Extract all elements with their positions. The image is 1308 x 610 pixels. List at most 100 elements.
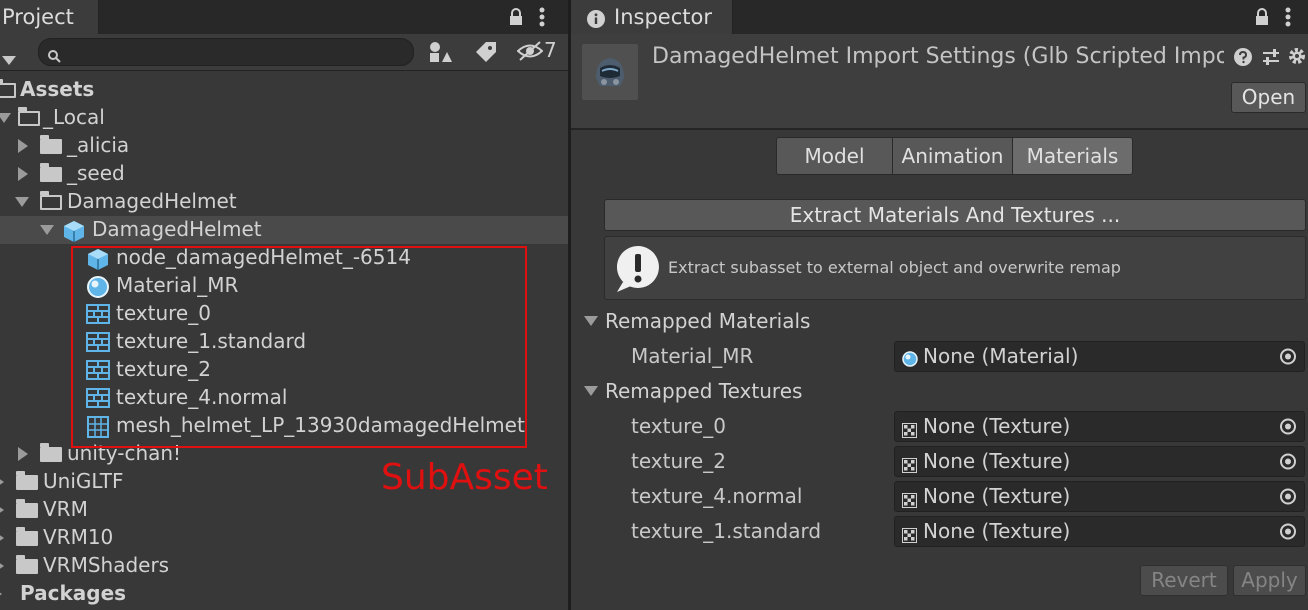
expand-arrow-icon[interactable]: [0, 113, 11, 123]
material-icon: [902, 348, 918, 372]
info-icon: [587, 9, 605, 33]
tree-item-label: DamagedHelmet: [67, 189, 237, 213]
foldout-arrow-icon[interactable]: [584, 386, 598, 396]
tree-item-label: UniGLTF: [43, 469, 124, 493]
folder-icon: [16, 527, 38, 546]
inspector-header: DamagedHelmet Import Settings (Glb Scrip…: [571, 34, 1308, 130]
remap-texture-label: texture_4.normal: [631, 484, 803, 508]
collapse-arrow-icon[interactable]: [18, 139, 28, 153]
collapse-arrow-icon[interactable]: [0, 587, 2, 601]
revert-button[interactable]: Revert: [1140, 565, 1228, 596]
help-text: Extract subasset to external object and …: [668, 258, 1121, 277]
help-box: Extract subasset to external object and …: [604, 236, 1306, 300]
collapse-arrow-icon[interactable]: [0, 531, 4, 545]
tree-item-label: VRM: [43, 497, 88, 521]
material-field-value: None (Material): [923, 344, 1079, 368]
apply-button[interactable]: Apply: [1233, 565, 1306, 596]
tree-item-packages[interactable]: Packages: [0, 580, 568, 608]
object-picker-icon[interactable]: [1272, 412, 1304, 441]
tab-materials[interactable]: Materials: [1012, 137, 1133, 175]
lock-icon[interactable]: [1254, 7, 1270, 32]
expand-arrow-icon[interactable]: [15, 197, 29, 207]
inspector-panel: Inspector DamagedHelmet Import Settings …: [571, 0, 1308, 610]
hidden-packages-count: 7: [544, 38, 557, 62]
texture-object-field[interactable]: None (Texture): [894, 446, 1305, 477]
foldout-arrow-icon[interactable]: [584, 316, 598, 326]
remap-material-label: Material_MR: [631, 344, 754, 368]
tree-item-label: Packages: [20, 581, 127, 605]
filter-by-type-icon[interactable]: [427, 40, 453, 69]
presets-icon[interactable]: [1261, 47, 1281, 72]
expand-arrow-icon[interactable]: [40, 225, 54, 235]
tree-item-label: _Local: [43, 105, 105, 129]
tree-item-vrmshaders[interactable]: VRMShaders: [0, 552, 568, 580]
project-toolbar: 7: [0, 34, 568, 71]
tree-item-damagedhelmet-folder[interactable]: DamagedHelmet: [0, 188, 568, 216]
tree-item-alicia[interactable]: _alicia: [0, 132, 568, 160]
warning-icon: [613, 244, 663, 299]
remap-texture-label: texture_2: [631, 449, 726, 473]
object-picker-icon[interactable]: [1272, 482, 1304, 511]
texture-field-value: None (Texture): [923, 484, 1071, 508]
search-input[interactable]: [38, 38, 414, 66]
tree-item-label: _seed: [67, 161, 125, 185]
filter-by-label-icon[interactable]: [474, 40, 498, 69]
remap-texture-label: texture_1.standard: [631, 519, 822, 543]
folder-open-icon: [0, 79, 16, 98]
tree-item-label: _alicia: [67, 133, 130, 157]
help-icon[interactable]: [1234, 47, 1252, 71]
tab-inspector-label: Inspector: [614, 5, 712, 29]
tree-item-local[interactable]: _Local: [0, 104, 568, 132]
remap-texture-label: texture_0: [631, 414, 726, 438]
remapped-textures-header[interactable]: Remapped Textures: [605, 379, 802, 403]
kebab-menu-icon[interactable]: [538, 6, 546, 33]
tree-item-vrm[interactable]: VRM: [0, 496, 568, 524]
settings-gear-icon[interactable]: [1287, 46, 1307, 71]
collapse-arrow-icon[interactable]: [18, 167, 28, 181]
folder-icon: [40, 163, 62, 182]
create-dropdown-icon[interactable]: [2, 47, 16, 71]
tree-item-vrm10[interactable]: VRM10: [0, 524, 568, 552]
collapse-arrow-icon[interactable]: [0, 559, 4, 573]
remapped-materials-header[interactable]: Remapped Materials: [605, 309, 810, 333]
texture-field-value: None (Texture): [923, 449, 1071, 473]
extract-materials-button[interactable]: Extract Materials And Textures ...: [604, 199, 1306, 231]
folder-open-icon: [18, 107, 40, 126]
texture-checker-icon: [902, 454, 917, 478]
project-tabstrip: Project: [0, 0, 568, 34]
asset-thumbnail: [582, 44, 638, 100]
texture-object-field[interactable]: None (Texture): [894, 481, 1305, 512]
kebab-menu-icon[interactable]: [1284, 6, 1292, 33]
folder-icon: [16, 555, 38, 574]
search-icon: [47, 44, 61, 68]
object-picker-icon[interactable]: [1272, 447, 1304, 476]
tab-model[interactable]: Model: [776, 137, 893, 175]
object-picker-icon[interactable]: [1272, 342, 1304, 371]
tree-item-label: DamagedHelmet: [92, 217, 262, 241]
tree-item-damagedhelmet-asset[interactable]: DamagedHelmet: [0, 216, 568, 244]
object-picker-icon[interactable]: [1272, 517, 1304, 546]
collapse-arrow-icon[interactable]: [18, 447, 28, 461]
tab-animation[interactable]: Animation: [892, 137, 1013, 175]
inspector-title: DamagedHelmet Import Settings (Glb Scrip…: [652, 44, 1224, 69]
texture-checker-icon: [902, 524, 917, 548]
folder-icon: [40, 443, 62, 462]
lock-icon[interactable]: [508, 7, 524, 32]
tree-item-assets[interactable]: Assets: [0, 76, 568, 104]
subasset-annotation: SubAsset: [381, 457, 548, 498]
collapse-arrow-icon[interactable]: [0, 503, 4, 517]
hidden-packages-icon[interactable]: [516, 40, 544, 67]
tree-item-seed[interactable]: _seed: [0, 160, 568, 188]
open-button[interactable]: Open: [1231, 82, 1306, 113]
material-object-field[interactable]: None (Material): [894, 341, 1305, 372]
texture-object-field[interactable]: None (Texture): [894, 411, 1305, 442]
tab-inspector[interactable]: Inspector: [571, 0, 733, 34]
texture-object-field[interactable]: None (Texture): [894, 516, 1305, 547]
inspector-tabstrip: Inspector: [571, 0, 1308, 34]
folder-open-icon: [40, 191, 62, 210]
tree-item-label: Assets: [20, 77, 95, 101]
collapse-arrow-icon[interactable]: [0, 475, 4, 489]
tab-project[interactable]: Project: [0, 0, 99, 34]
tab-project-label: Project: [2, 5, 74, 29]
folder-icon: [16, 471, 38, 490]
